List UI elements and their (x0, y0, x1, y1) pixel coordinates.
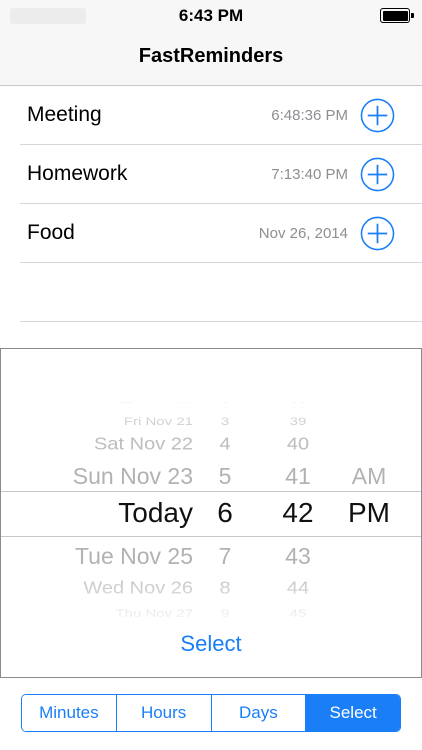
select-button[interactable]: Select (1, 631, 421, 657)
picker-minute-column[interactable]: 38 39 40 41 42 43 44 45 46 (265, 379, 331, 631)
picker-minute-option[interactable]: 40 (265, 434, 331, 454)
picker-date-selected[interactable]: Today (21, 497, 193, 529)
reminder-title: Food (27, 221, 75, 244)
date-time-picker[interactable]: Thu Nov 20 Fri Nov 21 Sat Nov 22 Sun Nov… (1, 379, 421, 631)
segment-hours[interactable]: Hours (116, 695, 212, 731)
picker-hour-option[interactable]: 7 (193, 543, 257, 570)
picker-hour-column[interactable]: 2 3 4 5 6 7 8 9 10 (193, 379, 257, 631)
picker-ampm-selected[interactable]: PM (331, 497, 407, 529)
battery-level (382, 10, 408, 21)
page-title: FastReminders (138, 45, 284, 67)
picker-hour-option[interactable]: 9 (193, 607, 257, 620)
plus-circle-icon[interactable] (360, 98, 395, 133)
status-bar: 6:43 PM (0, 0, 422, 32)
reminder-list: Meeting 6:48:36 PM Homework 7:13:40 PM F… (0, 86, 422, 322)
segment-select[interactable]: Select (306, 695, 400, 731)
picker-date-option[interactable]: Thu Nov 27 (21, 607, 193, 620)
reminder-time: 7:13:40 PM (271, 166, 348, 183)
picker-minute-option[interactable]: 39 (265, 415, 331, 428)
picker-minute-option[interactable]: 45 (265, 607, 331, 620)
picker-hour-option[interactable]: 5 (193, 463, 257, 490)
picker-hour-option[interactable]: 8 (193, 578, 257, 598)
picker-date-option[interactable]: Sun Nov 23 (21, 463, 193, 490)
picker-date-option[interactable]: Tue Nov 25 (21, 543, 193, 570)
interval-segmented-control[interactable]: Minutes Hours Days Select (21, 694, 401, 732)
reminder-time: Nov 26, 2014 (258, 225, 348, 242)
plus-circle-icon[interactable] (360, 157, 395, 192)
picker-hour-option[interactable]: 10 (193, 625, 257, 630)
picker-minute-option[interactable]: 46 (265, 625, 331, 630)
date-picker-panel: Thu Nov 20 Fri Nov 21 Sat Nov 22 Sun Nov… (0, 348, 422, 678)
picker-date-column[interactable]: Thu Nov 20 Fri Nov 21 Sat Nov 22 Sun Nov… (21, 379, 193, 631)
picker-date-option[interactable]: Thu Nov 20 (21, 399, 193, 403)
picker-date-option[interactable]: Fri Nov 21 (21, 415, 193, 428)
picker-minute-option[interactable]: 44 (265, 578, 331, 598)
picker-hour-option[interactable]: 4 (193, 434, 257, 454)
picker-hour-option[interactable]: 2 (193, 399, 257, 403)
reminder-title: Meeting (27, 103, 102, 126)
segment-minutes[interactable]: Minutes (22, 695, 117, 731)
empty-row (20, 263, 422, 322)
reminder-row-homework[interactable]: Homework 7:13:40 PM (20, 145, 422, 204)
battery-icon (380, 8, 414, 23)
reminder-row-food[interactable]: Food Nov 26, 2014 (20, 204, 422, 263)
picker-minute-option[interactable]: 38 (265, 399, 331, 403)
status-time: 6:43 PM (178, 6, 244, 25)
picker-ampm-option[interactable]: AM (331, 463, 407, 490)
navigation-bar: FastReminders (0, 32, 422, 86)
picker-date-option[interactable]: Fri Nov 28 (21, 625, 193, 630)
picker-date-option[interactable]: Wed Nov 26 (21, 578, 193, 598)
segment-days[interactable]: Days (211, 695, 307, 731)
picker-minute-option[interactable]: 41 (265, 463, 331, 490)
reminder-title: Homework (27, 162, 128, 185)
picker-minute-option[interactable]: 43 (265, 543, 331, 570)
picker-hour-selected[interactable]: 6 (193, 497, 257, 529)
plus-circle-icon[interactable] (360, 216, 395, 251)
picker-ampm-column[interactable]: AM PM (331, 379, 407, 631)
picker-minute-selected[interactable]: 42 (265, 497, 331, 529)
picker-hour-option[interactable]: 3 (193, 415, 257, 428)
picker-date-option[interactable]: Sat Nov 22 (21, 434, 193, 454)
reminder-row-meeting[interactable]: Meeting 6:48:36 PM (20, 86, 422, 145)
reminder-time: 6:48:36 PM (271, 107, 348, 124)
